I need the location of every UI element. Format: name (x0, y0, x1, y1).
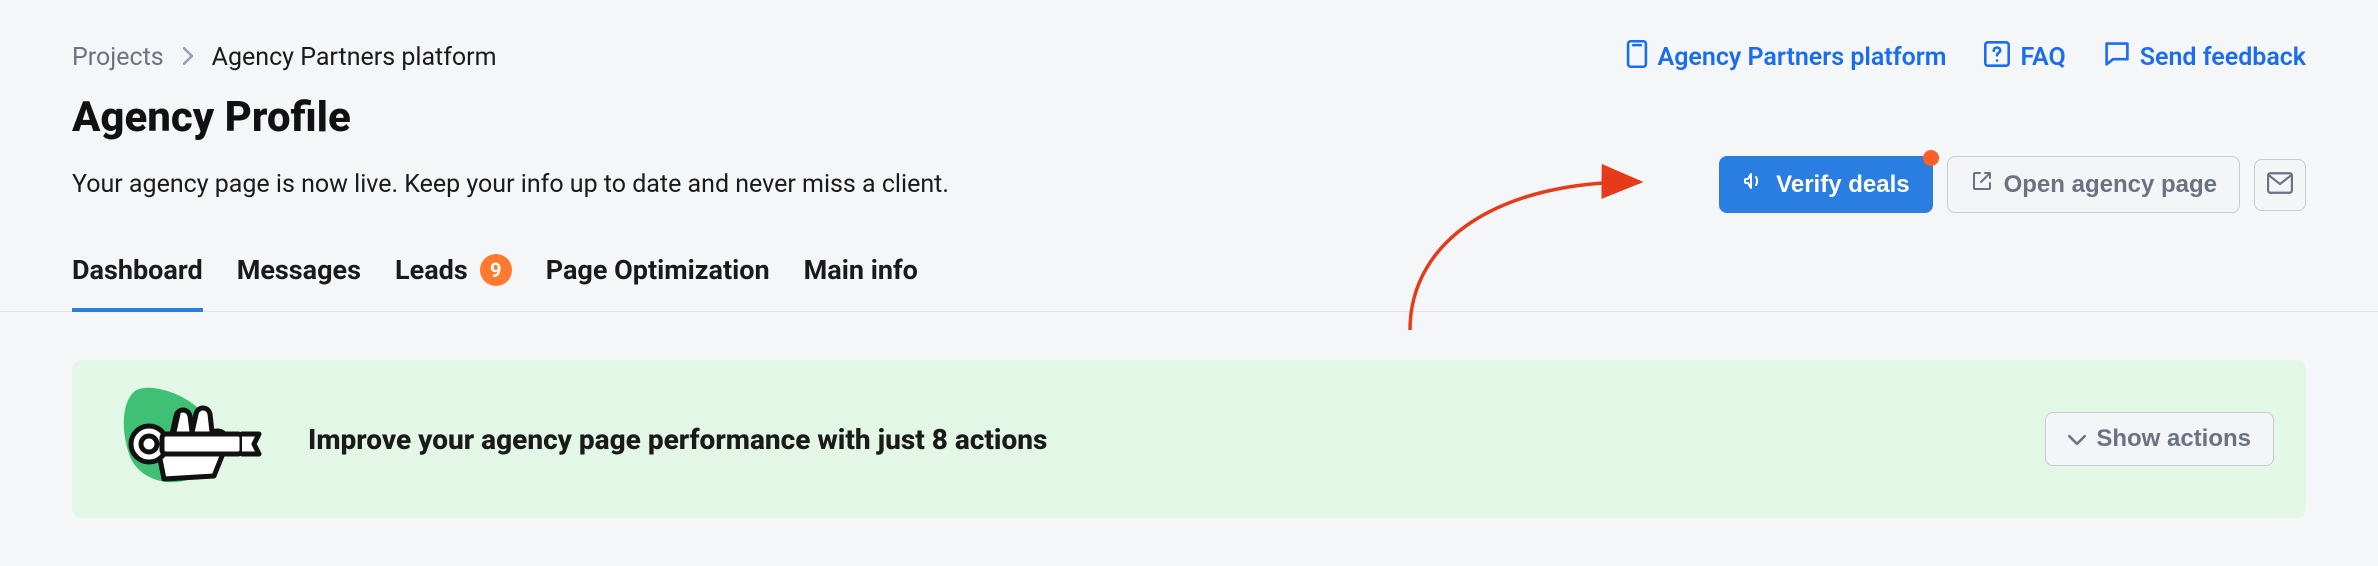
tab-label: Leads (395, 254, 468, 286)
banner-text: Improve your agency page performance wit… (308, 423, 2011, 456)
tab-leads[interactable]: Leads 9 (395, 254, 512, 312)
verify-deals-button[interactable]: Verify deals (1719, 156, 1932, 213)
tab-label: Main info (804, 254, 918, 286)
notification-dot (1923, 150, 1939, 166)
improvement-banner: Improve your agency page performance wit… (72, 360, 2306, 518)
link-label: Agency Partners platform (1658, 43, 1947, 72)
breadcrumb: Projects Agency Partners platform (72, 43, 497, 72)
help-icon (1984, 41, 2010, 74)
button-label: Verify deals (1776, 171, 1909, 199)
mail-icon (2267, 172, 2293, 197)
button-label: Open agency page (2004, 171, 2217, 199)
open-agency-page-button[interactable]: Open agency page (1947, 156, 2240, 213)
link-send-feedback[interactable]: Send feedback (2104, 41, 2306, 74)
show-actions-button[interactable]: Show actions (2045, 412, 2274, 466)
tab-dashboard[interactable]: Dashboard (72, 254, 203, 312)
page-subtitle: Your agency page is now live. Keep your … (72, 170, 949, 199)
tab-main-info[interactable]: Main info (804, 254, 918, 312)
tab-label: Page Optimization (546, 254, 770, 286)
megaphone-icon (1742, 169, 1766, 200)
banner-illustration (104, 384, 274, 494)
chevron-down-icon (2068, 425, 2086, 453)
tab-page-optimization[interactable]: Page Optimization (546, 254, 770, 312)
tab-label: Dashboard (72, 254, 203, 286)
breadcrumb-current[interactable]: Agency Partners platform (212, 43, 497, 72)
link-agency-platform[interactable]: Agency Partners platform (1626, 40, 1947, 75)
link-faq[interactable]: FAQ (1984, 41, 2065, 74)
chevron-right-icon (182, 43, 194, 72)
button-label: Show actions (2096, 425, 2251, 453)
mail-button[interactable] (2254, 159, 2306, 211)
tab-messages[interactable]: Messages (237, 254, 361, 312)
tab-label: Messages (237, 254, 361, 286)
link-label: FAQ (2020, 43, 2065, 72)
leads-count-badge: 9 (480, 254, 512, 286)
chat-icon (2104, 41, 2130, 74)
action-buttons: Verify deals Open agency page (1719, 156, 2306, 213)
breadcrumb-root[interactable]: Projects (72, 43, 164, 72)
device-icon (1626, 40, 1648, 75)
page-title: Agency Profile (72, 93, 2306, 142)
tabs: Dashboard Messages Leads 9 Page Optimiza… (0, 253, 2378, 312)
link-label: Send feedback (2140, 43, 2306, 72)
external-link-icon (1970, 169, 1994, 200)
top-links: Agency Partners platform FAQ Send feedba… (1626, 40, 2306, 75)
